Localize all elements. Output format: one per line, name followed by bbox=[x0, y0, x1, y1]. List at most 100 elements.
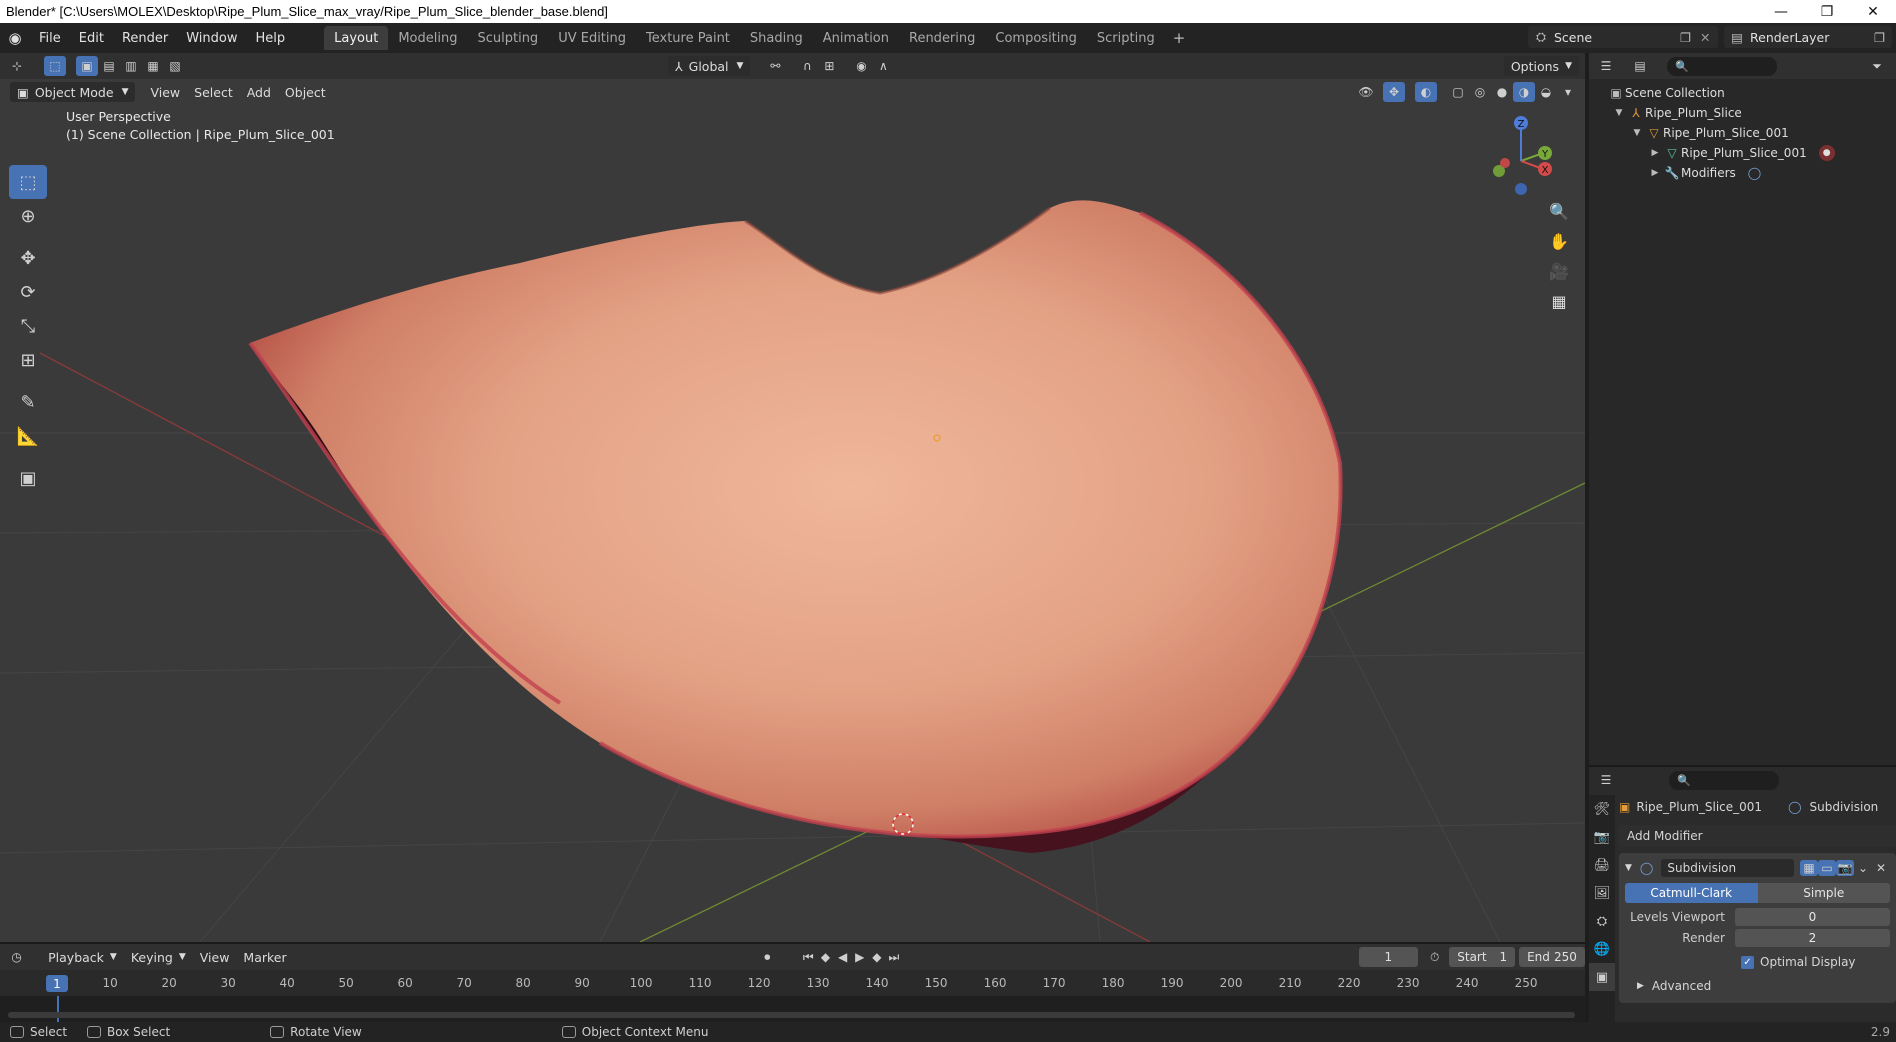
world-tab-icon[interactable]: 🌐 bbox=[1589, 935, 1615, 963]
render-tab-icon[interactable]: 📷 bbox=[1589, 823, 1615, 851]
menu-keying[interactable]: Keying ▼ bbox=[124, 947, 193, 967]
menu-add[interactable]: Add bbox=[240, 82, 278, 102]
new-scene-icon[interactable]: ❐ bbox=[1680, 30, 1700, 45]
select-subtract-icon[interactable]: ▥ bbox=[120, 56, 142, 76]
current-frame-indicator[interactable]: 1 bbox=[46, 975, 68, 992]
catmull-clark-option[interactable]: Catmull-Clark bbox=[1625, 883, 1758, 903]
expand-arrow-icon[interactable]: ▼ bbox=[1629, 128, 1645, 138]
shading-options-icon[interactable]: ▾ bbox=[1557, 82, 1579, 102]
solid-shading-icon[interactable]: ● bbox=[1491, 82, 1513, 102]
timeline-editor-type-icon[interactable]: ◷ bbox=[8, 947, 25, 967]
select-intersect-icon[interactable]: ▧ bbox=[164, 56, 186, 76]
transform-tool[interactable]: ⊞ bbox=[9, 343, 47, 377]
menu-timeline-view[interactable]: View bbox=[193, 947, 237, 967]
visibility-icon[interactable]: 👁 bbox=[1355, 82, 1377, 102]
prev-keyframe-icon[interactable]: ◆ bbox=[817, 947, 834, 967]
scale-tool[interactable]: ⤡ bbox=[9, 309, 47, 343]
display-mode-icon[interactable]: ▤ bbox=[1629, 56, 1651, 76]
falloff-icon[interactable]: ∧ bbox=[872, 56, 894, 76]
editor-type-icon[interactable]: ⊹ bbox=[6, 56, 28, 76]
output-tab-icon[interactable]: 🖨 bbox=[1589, 851, 1615, 879]
options-dropdown[interactable]: Options ▼ bbox=[1503, 56, 1579, 76]
transform-orientation-dropdown[interactable]: ⅄ Global ▼ bbox=[668, 56, 751, 76]
tab-shading[interactable]: Shading bbox=[740, 26, 813, 50]
select-new-icon[interactable]: ▣ bbox=[76, 56, 98, 76]
rotate-tool[interactable]: ⟳ bbox=[9, 275, 47, 309]
tab-compositing[interactable]: Compositing bbox=[985, 26, 1087, 50]
filter-icon[interactable]: ⏷ bbox=[1866, 56, 1888, 76]
select-extend-icon[interactable]: ▤ bbox=[98, 56, 120, 76]
collapse-arrow-icon[interactable]: ▼ bbox=[1625, 863, 1632, 873]
play-icon[interactable]: ▶ bbox=[851, 947, 868, 967]
timeline-scrollbar[interactable] bbox=[8, 1012, 1575, 1018]
measure-tool[interactable]: 📐 bbox=[9, 419, 47, 453]
camera-view-icon[interactable]: 🎥 bbox=[1545, 257, 1573, 285]
tab-sculpting[interactable]: Sculpting bbox=[467, 26, 548, 50]
outliner-item[interactable]: ▶ 🔧 Modifiers ◯ bbox=[1589, 163, 1896, 183]
select-tool-icon[interactable]: ⬚ bbox=[44, 56, 66, 76]
pivot-point-icon[interactable]: ⚯ bbox=[764, 56, 786, 76]
jump-start-icon[interactable]: ⏮ bbox=[800, 947, 817, 967]
blender-logo-icon[interactable]: ◉ bbox=[0, 29, 30, 47]
expand-arrow-icon[interactable]: ▼ bbox=[1611, 108, 1627, 118]
view-layer-tab-icon[interactable]: 🖼 bbox=[1589, 879, 1615, 907]
outliner-editor-type-icon[interactable]: ☰ bbox=[1595, 56, 1617, 76]
play-reverse-icon[interactable]: ◀ bbox=[834, 947, 851, 967]
add-modifier-button[interactable]: Add Modifier bbox=[1619, 825, 1896, 847]
menu-playback[interactable]: Playback ▼ bbox=[41, 947, 124, 967]
viewport-toggle-icon[interactable]: ▭ bbox=[1818, 860, 1836, 876]
annotate-tool[interactable]: ✎ bbox=[9, 385, 47, 419]
ortho-grid-icon[interactable]: ▦ bbox=[1545, 287, 1573, 315]
menu-select[interactable]: Select bbox=[187, 82, 240, 102]
material-icon[interactable]: ● bbox=[1818, 145, 1835, 161]
end-frame-field[interactable]: End 250 bbox=[1519, 947, 1585, 967]
overlays-toggle-icon[interactable]: ◐ bbox=[1415, 82, 1437, 102]
mode-dropdown[interactable]: ▣ Object Mode ▼ bbox=[10, 82, 136, 102]
stopwatch-icon[interactable]: ⏱ bbox=[1426, 947, 1443, 967]
timeline-ruler[interactable]: 1 10 20 30 40 50 60 70 80 90 100 110 120 130 140 150 16… bbox=[0, 972, 1585, 996]
snap-icon[interactable]: ∩ bbox=[796, 56, 818, 76]
properties-editor-type-icon[interactable]: ☰ bbox=[1595, 770, 1617, 790]
simple-option[interactable]: Simple bbox=[1757, 883, 1890, 903]
outliner-search-input[interactable]: 🔍 bbox=[1667, 56, 1777, 76]
close-window-button[interactable]: ✕ bbox=[1850, 0, 1896, 23]
modifier-name-input[interactable]: Subdivision bbox=[1661, 859, 1794, 877]
start-frame-field[interactable]: Start 1 bbox=[1449, 947, 1516, 967]
xray-icon[interactable]: ▢ bbox=[1447, 82, 1469, 102]
record-icon[interactable]: ⏺ bbox=[759, 947, 776, 967]
next-keyframe-icon[interactable]: ◆ bbox=[868, 947, 885, 967]
select-invert-icon[interactable]: ▦ bbox=[142, 56, 164, 76]
menu-object[interactable]: Object bbox=[278, 82, 333, 102]
move-tool[interactable]: ✥ bbox=[9, 241, 47, 275]
expand-arrow-icon[interactable]: ▶ bbox=[1647, 148, 1663, 158]
expand-arrow-icon[interactable]: ▶ bbox=[1647, 168, 1663, 178]
maximize-button[interactable]: ❐ bbox=[1804, 0, 1850, 23]
tab-animation[interactable]: Animation bbox=[813, 26, 899, 50]
viewport-scene[interactable] bbox=[0, 53, 1585, 942]
select-box-tool[interactable]: ⬚ bbox=[9, 165, 47, 199]
minimize-button[interactable]: — bbox=[1758, 0, 1804, 23]
delete-scene-icon[interactable]: ✕ bbox=[1700, 30, 1718, 45]
outliner-item[interactable]: ▶ ▽ Ripe_Plum_Slice_001 ● bbox=[1589, 143, 1896, 163]
add-workspace-icon[interactable]: + bbox=[1165, 26, 1194, 50]
tool-tab-icon[interactable]: 🛠 bbox=[1589, 795, 1615, 823]
close-icon[interactable]: ✕ bbox=[1872, 860, 1890, 876]
pan-hand-icon[interactable]: ✋ bbox=[1545, 227, 1573, 255]
cursor-tool[interactable]: ⊕ bbox=[9, 199, 47, 233]
menu-help[interactable]: Help bbox=[247, 26, 295, 50]
outliner-scene-collection[interactable]: ▣ Scene Collection bbox=[1589, 83, 1896, 103]
menu-file[interactable]: File bbox=[30, 26, 70, 50]
levels-viewport-field[interactable]: 0 bbox=[1735, 908, 1890, 926]
scene-selector[interactable]: ⛭ Scene ❐ ✕ bbox=[1528, 26, 1718, 48]
add-cube-tool[interactable]: ▣ bbox=[9, 461, 47, 495]
navigation-gizmo[interactable]: Z Y X bbox=[1473, 113, 1563, 203]
snap-target-icon[interactable]: ⊞ bbox=[818, 56, 840, 76]
tab-layout[interactable]: Layout bbox=[324, 26, 389, 50]
tab-texture-paint[interactable]: Texture Paint bbox=[636, 26, 740, 50]
outliner-item[interactable]: ▼ ▽ Ripe_Plum_Slice_001 bbox=[1589, 123, 1896, 143]
scene-tab-icon[interactable]: ⛭ bbox=[1589, 907, 1615, 935]
edit-mode-toggle-icon[interactable]: ▦ bbox=[1800, 860, 1818, 876]
new-layer-icon[interactable]: ❐ bbox=[1874, 30, 1892, 45]
gizmo-toggle-icon[interactable]: ✥ bbox=[1383, 82, 1405, 102]
material-shading-icon[interactable]: ◑ bbox=[1513, 82, 1535, 102]
